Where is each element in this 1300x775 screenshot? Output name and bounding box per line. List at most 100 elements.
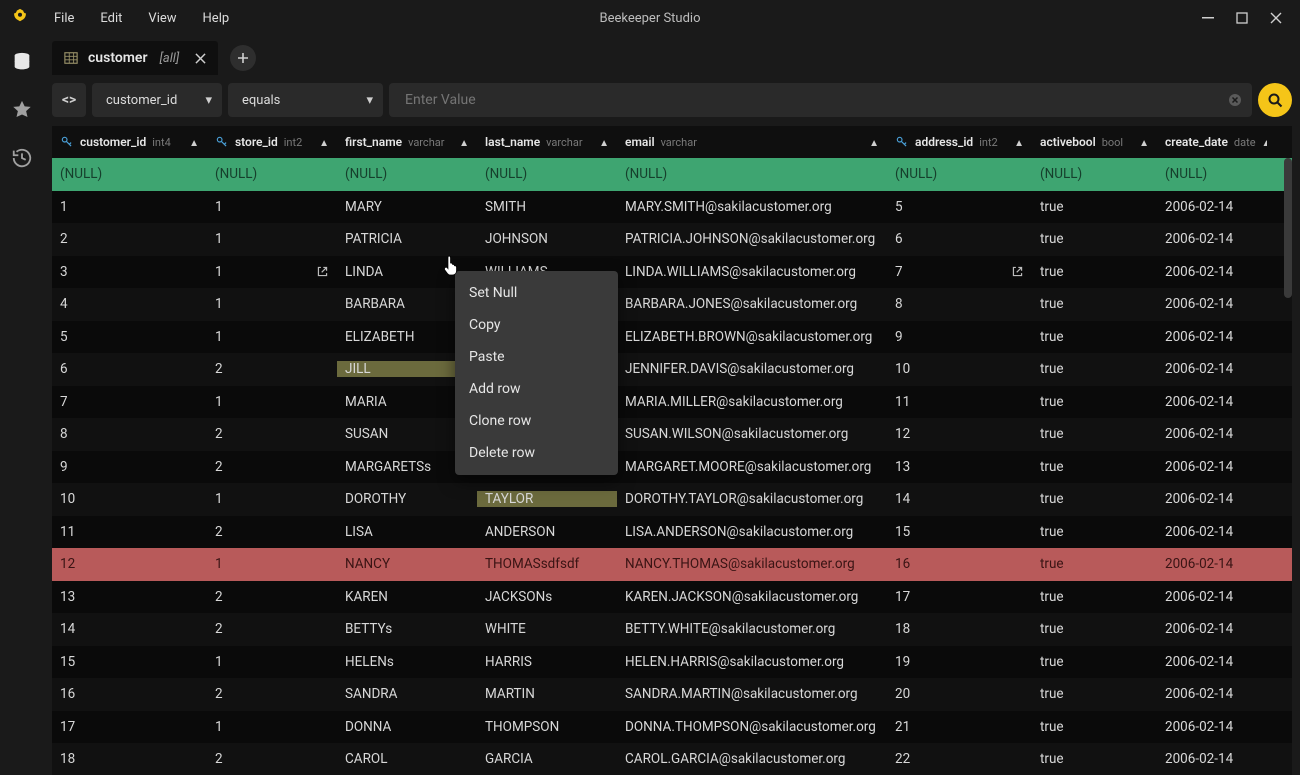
cell-store_id[interactable]: 1	[207, 394, 337, 410]
cell-create_date[interactable]: 2006-02-14	[1157, 751, 1267, 767]
context-menu-item[interactable]: Copy	[455, 309, 618, 341]
cell-create_date[interactable]: 2006-02-14	[1157, 329, 1267, 345]
table-row[interactable]: 101DOROTHYTAYLORDOROTHY.TAYLOR@sakilacus…	[52, 483, 1292, 516]
cell-last_name[interactable]: SMITH	[477, 199, 617, 215]
table-row[interactable]: 71MARIAMILLERMARIA.MILLER@sakilacustomer…	[52, 386, 1292, 419]
cell-first_name[interactable]: DONNA	[337, 719, 477, 735]
cell-last_name[interactable]: JACKSONs	[477, 589, 617, 605]
cell-activebool[interactable]: true	[1032, 264, 1157, 280]
column-header-email[interactable]: emailvarchar▲	[617, 135, 887, 149]
cell-email[interactable]: ELIZABETH.BROWN@sakilacustomer.org	[617, 329, 887, 345]
cell-address_id[interactable]: 10	[887, 361, 1032, 377]
cell-activebool[interactable]: true	[1032, 199, 1157, 215]
cell-create_date[interactable]: (NULL)	[1157, 166, 1267, 182]
cell-first_name[interactable]: LISA	[337, 524, 477, 540]
cell-activebool[interactable]: true	[1032, 556, 1157, 572]
cell-last_name[interactable]: THOMPSON	[477, 719, 617, 735]
cell-customer_id[interactable]: 9	[52, 459, 207, 475]
cell-first_name[interactable]: NANCY	[337, 556, 477, 572]
cell-customer_id[interactable]: 13	[52, 589, 207, 605]
window-close-icon[interactable]	[1270, 12, 1282, 24]
cell-store_id[interactable]: 1	[207, 231, 337, 247]
cell-address_id[interactable]: 7	[887, 264, 1032, 280]
cell-store_id[interactable]: 1	[207, 264, 337, 280]
table-row[interactable]: 182CAROLGARCIACAROL.GARCIA@sakilacustome…	[52, 743, 1292, 775]
cell-activebool[interactable]: true	[1032, 394, 1157, 410]
cell-store_id[interactable]: 1	[207, 329, 337, 345]
cell-last_name[interactable]: JOHNSON	[477, 231, 617, 247]
cell-address_id[interactable]: 20	[887, 686, 1032, 702]
cell-customer_id[interactable]: 17	[52, 719, 207, 735]
cell-address_id[interactable]: 13	[887, 459, 1032, 475]
cell-store_id[interactable]: (NULL)	[207, 166, 337, 182]
table-row[interactable]: 41BARBARAJONESBARBARA.JONES@sakilacustom…	[52, 288, 1292, 321]
window-maximize-icon[interactable]	[1236, 12, 1248, 24]
cell-activebool[interactable]: true	[1032, 719, 1157, 735]
column-header-first_name[interactable]: first_namevarchar▲	[337, 135, 477, 149]
history-icon[interactable]	[10, 146, 34, 170]
cell-create_date[interactable]: 2006-02-14	[1157, 524, 1267, 540]
cell-address_id[interactable]: 16	[887, 556, 1032, 572]
table-row[interactable]: 31LINDAWILLIAMSLINDA.WILLIAMS@sakilacust…	[52, 256, 1292, 289]
column-header-create_date[interactable]: create_datedate▲	[1157, 135, 1267, 149]
cell-activebool[interactable]: true	[1032, 231, 1157, 247]
cell-first_name[interactable]: MARY	[337, 199, 477, 215]
cell-customer_id[interactable]: 4	[52, 296, 207, 312]
cell-email[interactable]: KAREN.JACKSON@sakilacustomer.org	[617, 589, 887, 605]
cell-create_date[interactable]: 2006-02-14	[1157, 199, 1267, 215]
cell-create_date[interactable]: 2006-02-14	[1157, 621, 1267, 637]
cell-address_id[interactable]: 11	[887, 394, 1032, 410]
cell-activebool[interactable]: true	[1032, 491, 1157, 507]
menu-edit[interactable]: Edit	[88, 5, 134, 32]
filter-column-select[interactable]: customer_id ▾	[92, 83, 222, 117]
cell-email[interactable]: BETTY.WHITE@sakilacustomer.org	[617, 621, 887, 637]
cell-email[interactable]: MARY.SMITH@sakilacustomer.org	[617, 199, 887, 215]
vertical-scrollbar[interactable]	[1284, 158, 1292, 298]
table-row[interactable]: 171DONNATHOMPSONDONNA.THOMPSON@sakilacus…	[52, 711, 1292, 744]
cell-store_id[interactable]: 2	[207, 361, 337, 377]
menu-help[interactable]: Help	[191, 5, 242, 32]
tab-customer[interactable]: customer [all]	[52, 41, 218, 75]
cell-activebool[interactable]: true	[1032, 426, 1157, 442]
cell-email[interactable]: HELEN.HARRIS@sakilacustomer.org	[617, 654, 887, 670]
cell-email[interactable]: DONNA.THOMPSON@sakilacustomer.org	[617, 719, 887, 735]
cell-create_date[interactable]: 2006-02-14	[1157, 556, 1267, 572]
cell-customer_id[interactable]: 16	[52, 686, 207, 702]
cell-activebool[interactable]: (NULL)	[1032, 166, 1157, 182]
table-row[interactable]: 82SUSANWILSONSUSAN.WILSON@sakilacustomer…	[52, 418, 1292, 451]
cell-activebool[interactable]: true	[1032, 621, 1157, 637]
cell-last_name[interactable]: MARTIN	[477, 686, 617, 702]
table-row[interactable]: 62JILLDAVISJENNIFER.DAVIS@sakilacustomer…	[52, 353, 1292, 386]
table-row[interactable]: 162SANDRAMARTINSANDRA.MARTIN@sakilacusto…	[52, 678, 1292, 711]
cell-activebool[interactable]: true	[1032, 589, 1157, 605]
cell-first_name[interactable]: KAREN	[337, 589, 477, 605]
cell-activebool[interactable]: true	[1032, 654, 1157, 670]
cell-customer_id[interactable]: 15	[52, 654, 207, 670]
table-row[interactable]: 11MARYSMITHMARY.SMITH@sakilacustomer.org…	[52, 191, 1292, 224]
cell-email[interactable]: DOROTHY.TAYLOR@sakilacustomer.org	[617, 491, 887, 507]
cell-activebool[interactable]: true	[1032, 524, 1157, 540]
cell-activebool[interactable]: true	[1032, 751, 1157, 767]
table-row[interactable]: 132KARENJACKSONsKAREN.JACKSON@sakilacust…	[52, 581, 1292, 614]
cell-create_date[interactable]: 2006-02-14	[1157, 296, 1267, 312]
cell-address_id[interactable]: 18	[887, 621, 1032, 637]
search-button[interactable]	[1258, 83, 1292, 117]
window-minimize-icon[interactable]	[1202, 12, 1214, 24]
cell-email[interactable]: MARGARET.MOORE@sakilacustomer.org	[617, 459, 887, 475]
cell-store_id[interactable]: 1	[207, 654, 337, 670]
cell-customer_id[interactable]: (NULL)	[52, 166, 207, 182]
cell-email[interactable]: PATRICIA.JOHNSON@sakilacustomer.org	[617, 231, 887, 247]
cell-last_name[interactable]: GARCIA	[477, 751, 617, 767]
cell-last_name[interactable]: HARRIS	[477, 654, 617, 670]
cell-customer_id[interactable]: 11	[52, 524, 207, 540]
table-row[interactable]: 92MARGARETSsMOOREsMARGARET.MOORE@sakilac…	[52, 451, 1292, 484]
cell-activebool[interactable]: true	[1032, 459, 1157, 475]
column-header-store_id[interactable]: store_idint2▲	[207, 135, 337, 149]
cell-first_name[interactable]: CAROL	[337, 751, 477, 767]
cell-address_id[interactable]: 14	[887, 491, 1032, 507]
cell-create_date[interactable]: 2006-02-14	[1157, 719, 1267, 735]
context-menu-item[interactable]: Delete row	[455, 437, 618, 469]
cell-last_name[interactable]: (NULL)	[477, 166, 617, 182]
cell-store_id[interactable]: 1	[207, 556, 337, 572]
cell-activebool[interactable]: true	[1032, 329, 1157, 345]
